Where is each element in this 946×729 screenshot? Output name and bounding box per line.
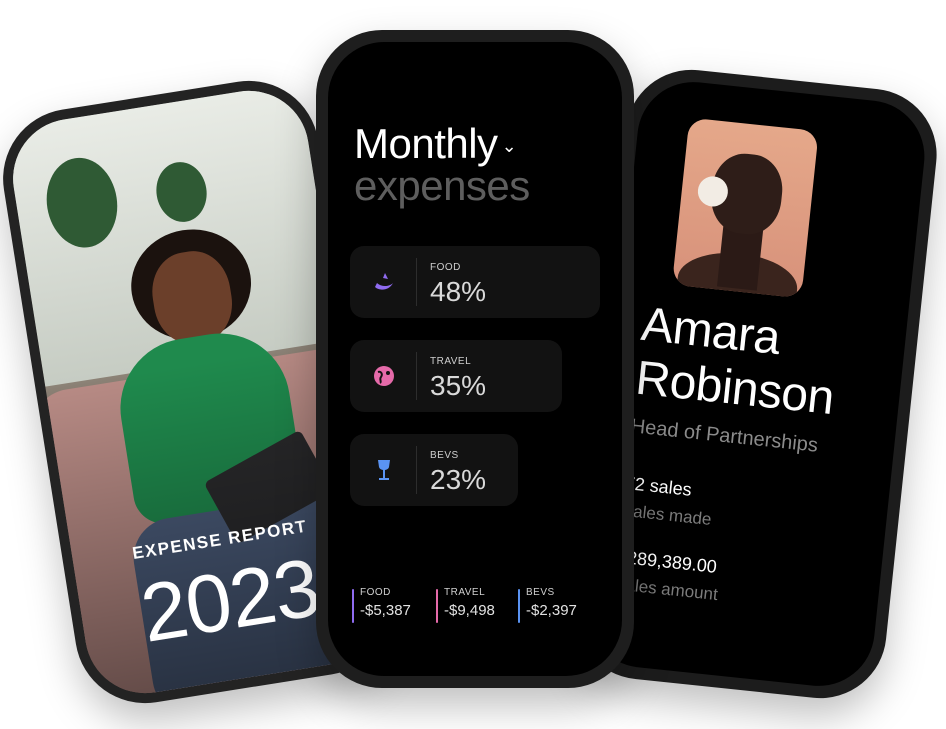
sales-count: 72 sales	[623, 472, 693, 500]
card-divider	[416, 352, 417, 400]
title-expenses: expenses	[354, 162, 530, 209]
chevron-down-icon[interactable]: ⌄	[502, 136, 517, 157]
summary-label: TRAVEL	[444, 587, 486, 598]
period-selector[interactable]: Monthly ⌄	[354, 120, 517, 168]
title-monthly: Monthly	[354, 120, 498, 167]
summary-value: -$2,397	[526, 602, 577, 619]
summary-color-bar	[352, 589, 354, 623]
category-percent: 35%	[430, 370, 487, 401]
category-label: BEVS	[430, 450, 459, 461]
banana-icon	[368, 266, 400, 298]
category-label: FOOD	[430, 262, 461, 273]
category-percent: 48%	[430, 276, 487, 307]
card-divider	[416, 446, 417, 494]
profile-name: Amara Robinson	[633, 298, 842, 426]
wine-glass-icon	[368, 454, 400, 486]
sales-count-label: Sales made	[621, 500, 713, 530]
monthly-expenses-phone: Monthly ⌄ expenses FOOD 48% TRAVEL 35% B…	[316, 30, 634, 688]
category-card-travel[interactable]: TRAVEL 35%	[350, 340, 562, 412]
summary-travel: TRAVEL -$9,498	[436, 587, 495, 623]
profile-screen: Amara Robinson Head of Partnerships 72 s…	[582, 76, 930, 692]
avatar	[671, 117, 819, 299]
category-card-food[interactable]: FOOD 48%	[350, 246, 600, 318]
globe-icon	[368, 360, 400, 392]
summary-value: -$5,387	[360, 602, 411, 619]
summary-label: BEVS	[526, 587, 555, 598]
category-percent: 23%	[430, 464, 487, 495]
category-label: TRAVEL	[430, 356, 472, 367]
category-card-bevs[interactable]: BEVS 23%	[350, 434, 518, 506]
card-divider	[416, 258, 417, 306]
monthly-expenses-screen: Monthly ⌄ expenses FOOD 48% TRAVEL 35% B…	[328, 42, 622, 676]
summary-value: -$9,498	[444, 602, 495, 619]
summary-bevs: BEVS -$2,397	[518, 587, 577, 623]
summary-label: FOOD	[360, 587, 391, 598]
summary-food: FOOD -$5,387	[352, 587, 411, 623]
summary-color-bar	[518, 589, 520, 623]
summary-color-bar	[436, 589, 438, 623]
